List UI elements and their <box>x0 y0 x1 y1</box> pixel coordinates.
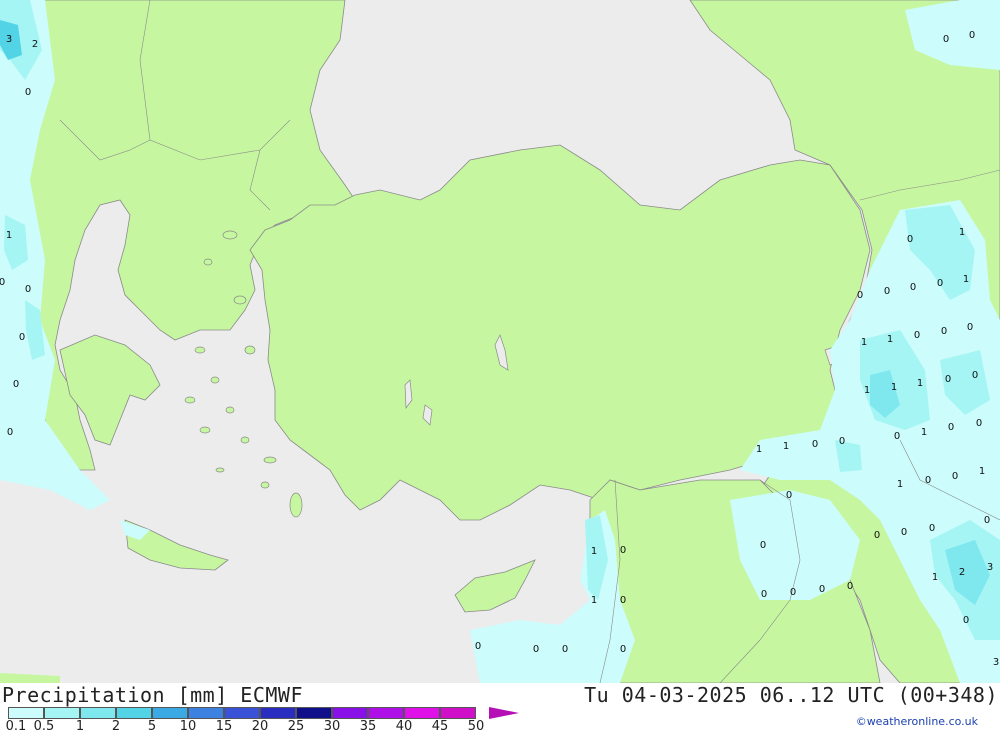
scale-tick-label: 1 <box>75 719 85 734</box>
map-title: Precipitation [mm] ECMWF <box>2 683 303 707</box>
scale-tick-label: 25 <box>287 719 305 734</box>
precip-value-label: 0 <box>475 641 481 652</box>
scale-tick-label: 10 <box>179 719 197 734</box>
precip-value-label: 1 <box>591 546 597 557</box>
precip-value-label: 0 <box>925 475 931 486</box>
color-scale <box>8 707 476 719</box>
precip-value-label: 0 <box>969 30 975 41</box>
precip-value-label: 1 <box>963 274 969 285</box>
credit-text: ©weatheronline.co.uk <box>855 715 978 728</box>
scale-swatch <box>440 707 476 719</box>
precipitation-map: 3 2 0 1 0 0 0 0 0 0 0 0 1 0 0 0 0 1 1 1 0 0 0 1 1 1 0 0 1 1 0 0 0 1 0 0 0 1 0 0… <box>0 0 1000 684</box>
precip-value-label: 1 <box>959 227 965 238</box>
precip-value-label: 1 <box>891 382 897 393</box>
precip-value-label: 1 <box>921 427 927 438</box>
scale-tick-label: 35 <box>359 719 377 734</box>
precip-value-label: 0 <box>620 595 626 606</box>
scale-swatch <box>188 707 224 719</box>
precip-value-label: 0 <box>761 589 767 600</box>
precip-value-label: 1 <box>864 385 870 396</box>
precip-value-label: 3 <box>993 657 999 668</box>
precip-value-label: 0 <box>0 277 5 288</box>
precip-value-label: 0 <box>976 418 982 429</box>
scale-tick-label: 30 <box>323 719 341 734</box>
scale-swatch <box>116 707 152 719</box>
precip-value-label: 2 <box>32 39 38 50</box>
precip-value-label: 0 <box>967 322 973 333</box>
precip-value-label: 0 <box>857 290 863 301</box>
precip-value-label: 1 <box>783 441 789 452</box>
precip-value-label: 1 <box>6 230 12 241</box>
precip-value-label: 0 <box>941 326 947 337</box>
footer: Precipitation [mm] ECMWF Tu 04-03-2025 0… <box>0 683 1000 734</box>
color-scale-ticks: 0.1 0.5 1 2 5 10 15 20 25 30 35 40 45 50 <box>0 719 520 734</box>
precip-value-label: 0 <box>13 379 19 390</box>
precip-value-label: 3 <box>987 562 993 573</box>
precip-value-label: 0 <box>929 523 935 534</box>
scale-swatch <box>368 707 404 719</box>
precip-value-label: 0 <box>984 515 990 526</box>
scale-tick-label: 20 <box>251 719 269 734</box>
precip-value-label: 0 <box>910 282 916 293</box>
scale-tick-label: 50 <box>467 719 485 734</box>
precip-value-label: 1 <box>897 479 903 490</box>
precip-value-label: 3 <box>6 34 12 45</box>
precip-value-label: 0 <box>562 644 568 655</box>
scale-tick-label: 15 <box>215 719 233 734</box>
scale-swatch <box>152 707 188 719</box>
scale-swatch <box>332 707 368 719</box>
scale-swatch <box>260 707 296 719</box>
precip-value-label: 0 <box>25 87 31 98</box>
precip-value-label: 0 <box>7 427 13 438</box>
precip-value-label: 0 <box>620 545 626 556</box>
precip-value-label: 1 <box>591 595 597 606</box>
precip-value-label: 0 <box>620 644 626 655</box>
scale-tick-label: 2 <box>111 719 121 734</box>
precip-value-label: 1 <box>756 444 762 455</box>
color-scale-arrow <box>489 707 519 719</box>
precip-value-label: 0 <box>819 584 825 595</box>
precip-value-label: 0 <box>952 471 958 482</box>
precip-value-label: 0 <box>786 490 792 501</box>
precip-value-label: 0 <box>972 370 978 381</box>
precip-value-label: 1 <box>917 378 923 389</box>
scale-swatch <box>44 707 80 719</box>
precip-value-label: 0 <box>945 374 951 385</box>
precip-value-label: 0 <box>943 34 949 45</box>
precip-value-label: 0 <box>19 332 25 343</box>
precip-value-label: 0 <box>533 644 539 655</box>
precip-value-label: 0 <box>25 284 31 295</box>
scale-tick-label: 5 <box>147 719 157 734</box>
scale-swatch <box>296 707 332 719</box>
precip-value-label: 0 <box>790 587 796 598</box>
precip-value-label: 0 <box>894 431 900 442</box>
precip-value-label: 0 <box>874 530 880 541</box>
precip-value-label: 2 <box>959 567 965 578</box>
precip-value-label: 1 <box>887 334 893 345</box>
scale-tick-label: 40 <box>395 719 413 734</box>
precip-value-label: 0 <box>847 581 853 592</box>
precip-value-label: 1 <box>932 572 938 583</box>
precip-value-label: 0 <box>914 330 920 341</box>
valid-time: Tu 04-03-2025 06..12 UTC (00+348) <box>584 683 998 707</box>
precip-value-label: 1 <box>861 337 867 348</box>
scale-tick-label: 0.5 <box>33 719 55 734</box>
precip-value-label: 0 <box>937 278 943 289</box>
scale-swatch <box>224 707 260 719</box>
precip-value-label: 0 <box>901 527 907 538</box>
precip-value-label: 0 <box>907 234 913 245</box>
scale-tick-label: 0.1 <box>5 719 27 734</box>
precip-value-label: 0 <box>760 540 766 551</box>
map-canvas: 3 2 0 1 0 0 0 0 0 0 0 0 1 0 0 0 0 1 1 1 0 0 0 1 1 1 0 0 1 1 0 0 0 1 0 0 0 1 0 0… <box>0 0 1000 684</box>
precip-value-label: 0 <box>884 286 890 297</box>
precip-value-label: 0 <box>812 439 818 450</box>
scale-swatch <box>8 707 44 719</box>
precip-value-label: 0 <box>839 436 845 447</box>
precip-value-label: 0 <box>963 615 969 626</box>
precip-value-label: 0 <box>948 422 954 433</box>
scale-tick-label: 45 <box>431 719 449 734</box>
precip-value-label: 1 <box>979 466 985 477</box>
scale-swatch <box>404 707 440 719</box>
scale-swatch <box>80 707 116 719</box>
